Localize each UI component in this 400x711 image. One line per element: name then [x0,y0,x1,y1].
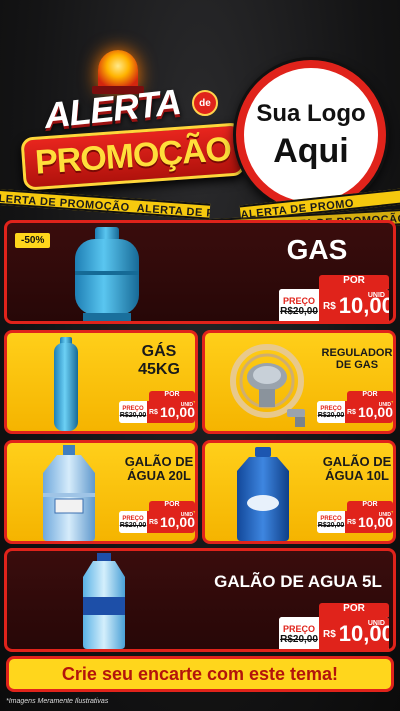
product-title: GALÃO DE ÁGUA 10L [322,454,392,484]
preco-label: PREÇO [282,295,315,306]
product-title: GAS [286,234,348,265]
product-title: GALÃO DE AGUA 5L [214,572,382,591]
price-tag: POR PREÇO R$20,00 R$ 10,00 UNID [279,275,389,321]
gas-cylinder-icon [75,227,139,321]
price-tag: POR PREÇO R$20,00 R$ 10,00 UNID [317,501,393,533]
discount-badge: -50% [15,233,51,248]
unit-label: UNID [367,292,385,299]
product-title: GALÃO DE ÁGUA 20L [124,454,194,484]
water-bottle-5l-icon [83,553,125,649]
tall-gas-cylinder-icon [54,337,78,431]
alerta-promocao-banner: ALERTA de PROMOÇÃO [12,50,246,191]
price-tag: POR PREÇO R$20,00 R$ 10,00 UNID [279,603,389,649]
water-jug-20l-icon [43,445,95,541]
currency: R$ [323,300,336,312]
product-title: GÁS 45KG [138,343,180,378]
product-card-galao-5l[interactable]: GALÃO DE AGUA 5L POR PREÇO R$20,00 R$ 10,0… [4,548,396,652]
price-tag: POR PREÇO R$20,00 R$ 10,00 UNID [119,501,195,533]
product-card-galao-10l[interactable]: GALÃO DE ÁGUA 10L POR PREÇO R$20,00 R$ 10,0… [202,440,396,544]
product-card-gas-45kg[interactable]: GÁS 45KG POR PREÇO R$20,00 R$ 10,00 UNID [4,330,198,434]
logo-placeholder: Sua Logo Aqui [236,60,386,210]
siren-icon [98,50,138,90]
gas-regulator-icon [230,344,305,427]
old-price: R$20,00 [280,305,318,317]
product-card-regulador[interactable]: REGULADOR DE GAS POR PREÇO R$20,00 R$ 10,00… [202,330,396,434]
product-card-gas[interactable]: -50% GAS POR PREÇO R$20,00 R$ 10,00 UNID [4,220,396,324]
logo-line-2: Aqui [273,131,349,170]
price-tag: POR PREÇO R$20,00 R$ 10,00 UNID [317,391,393,423]
price-tag: POR PREÇO R$20,00 R$ 10,00 UNID [119,391,195,423]
water-jug-10l-icon [237,447,289,541]
de-badge: de [192,90,218,116]
por-label: POR [319,275,389,289]
product-card-galao-20l[interactable]: GALÃO DE ÁGUA 20L POR PREÇO R$20,00 R$ 10,0… [4,440,198,544]
logo-line-1: Sua Logo [256,99,366,127]
disclaimer: *Imagens Meramente Ilustrativas [6,698,109,705]
flyer-page: ALERTA de PROMOÇÃO Sua Logo Aqui ALERTA … [0,0,400,711]
product-title: REGULADOR DE GAS [321,347,393,372]
create-flyer-cta[interactable]: Crie seu encarte com este tema! [6,656,394,692]
caution-tape: ALERTA DE PROMOÇÃO ALERTA DE PROMOÇÃO [0,188,211,220]
